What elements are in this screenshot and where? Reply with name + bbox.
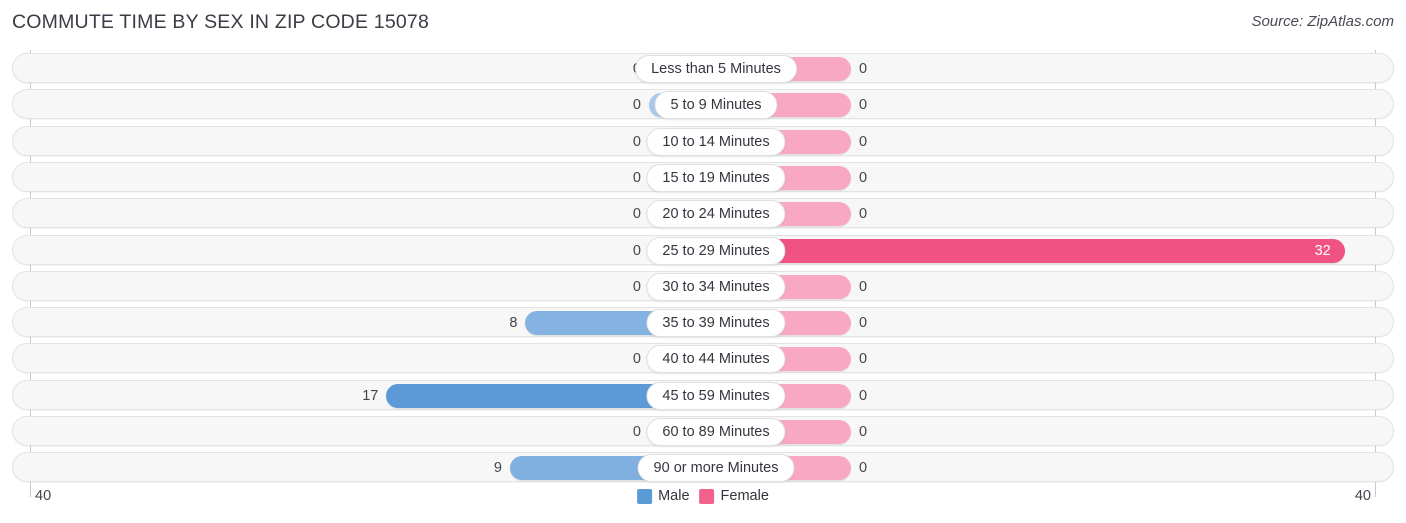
female-value-label: 0 xyxy=(859,315,868,332)
legend-label: Male xyxy=(658,488,690,504)
category-label: 45 to 59 Minutes xyxy=(646,381,786,410)
category-label: 90 or more Minutes xyxy=(637,454,795,483)
female-value-label: 0 xyxy=(859,351,868,368)
category-label: 40 to 44 Minutes xyxy=(646,345,786,374)
source-attribution: Source: ZipAtlas.com xyxy=(1251,13,1394,30)
female-value-label: 0 xyxy=(859,133,868,150)
table-row: 9 0 90 or more Minutes xyxy=(12,452,1394,483)
category-label: Less than 5 Minutes xyxy=(635,55,797,83)
female-value-label: 0 xyxy=(859,278,868,295)
female-bar xyxy=(759,238,1345,263)
male-value-label: 17 xyxy=(362,387,379,404)
female-value-label: 0 xyxy=(859,61,868,77)
female-value-label: 0 xyxy=(859,424,868,440)
category-label: 10 to 14 Minutes xyxy=(646,127,786,156)
category-label: 25 to 29 Minutes xyxy=(646,236,786,265)
male-value-label: 0 xyxy=(632,169,641,186)
category-label: 20 to 24 Minutes xyxy=(646,200,786,229)
male-value-label: 0 xyxy=(632,242,641,259)
female-value-label: 0 xyxy=(859,460,868,477)
chart-footer: 40 40 Male Female xyxy=(0,482,1406,523)
page-title: COMMUTE TIME BY SEX IN ZIP CODE 15078 xyxy=(12,11,430,33)
female-value-label: 0 xyxy=(859,206,868,223)
table-row: 0 32 25 to 29 Minutes xyxy=(12,234,1394,265)
legend-swatch-icon xyxy=(699,488,715,504)
male-value-label: 0 xyxy=(632,351,641,368)
male-value-label: 8 xyxy=(509,315,518,332)
legend-label: Female xyxy=(720,488,769,504)
female-value-label: 32 xyxy=(1314,242,1331,259)
legend-item-female[interactable]: Female xyxy=(699,488,769,504)
female-value-label: 0 xyxy=(859,97,868,114)
male-value-label: 0 xyxy=(632,133,641,150)
category-label: 15 to 19 Minutes xyxy=(646,163,786,192)
male-value-label: 0 xyxy=(632,424,641,440)
table-row: 0 0 40 to 44 Minutes xyxy=(12,343,1394,374)
category-label: 60 to 89 Minutes xyxy=(646,418,786,446)
table-row: 0 0 10 to 14 Minutes xyxy=(12,125,1394,156)
table-row: 0 0 60 to 89 Minutes xyxy=(12,416,1394,446)
category-label: 30 to 34 Minutes xyxy=(646,272,786,301)
table-row: 0 0 20 to 24 Minutes xyxy=(12,198,1394,229)
category-label: 5 to 9 Minutes xyxy=(654,91,778,120)
axis-tick-right: 40 xyxy=(1354,488,1371,504)
plot-area: 00Less than 5 Minutes005 to 9 Minutes001… xyxy=(0,50,1406,497)
male-value-label: 0 xyxy=(632,97,641,114)
chart-container: COMMUTE TIME BY SEX IN ZIP CODE 15078 So… xyxy=(0,0,1406,523)
table-row: 0 0 5 to 9 Minutes xyxy=(12,89,1394,120)
female-value-label: 0 xyxy=(859,387,868,404)
table-row: 8 0 35 to 39 Minutes xyxy=(12,307,1394,338)
table-row: 0 0 30 to 34 Minutes xyxy=(12,270,1394,301)
legend-swatch-icon xyxy=(637,488,653,504)
legend-item-male[interactable]: Male xyxy=(637,488,690,504)
chart-header: COMMUTE TIME BY SEX IN ZIP CODE 15078 So… xyxy=(0,0,1406,46)
male-value-label: 0 xyxy=(632,206,641,223)
female-value-label: 0 xyxy=(859,169,868,186)
table-row: 0 0 15 to 19 Minutes xyxy=(12,161,1394,192)
axis-tick-left: 40 xyxy=(35,488,52,504)
table-row: 00Less than 5 Minutes xyxy=(12,53,1394,83)
male-value-label: 0 xyxy=(632,278,641,295)
table-row: 17 0 45 to 59 Minutes xyxy=(12,379,1394,410)
male-value-label: 9 xyxy=(493,460,502,477)
chart-legend: Male Female xyxy=(637,488,769,504)
category-label: 35 to 39 Minutes xyxy=(646,309,786,338)
